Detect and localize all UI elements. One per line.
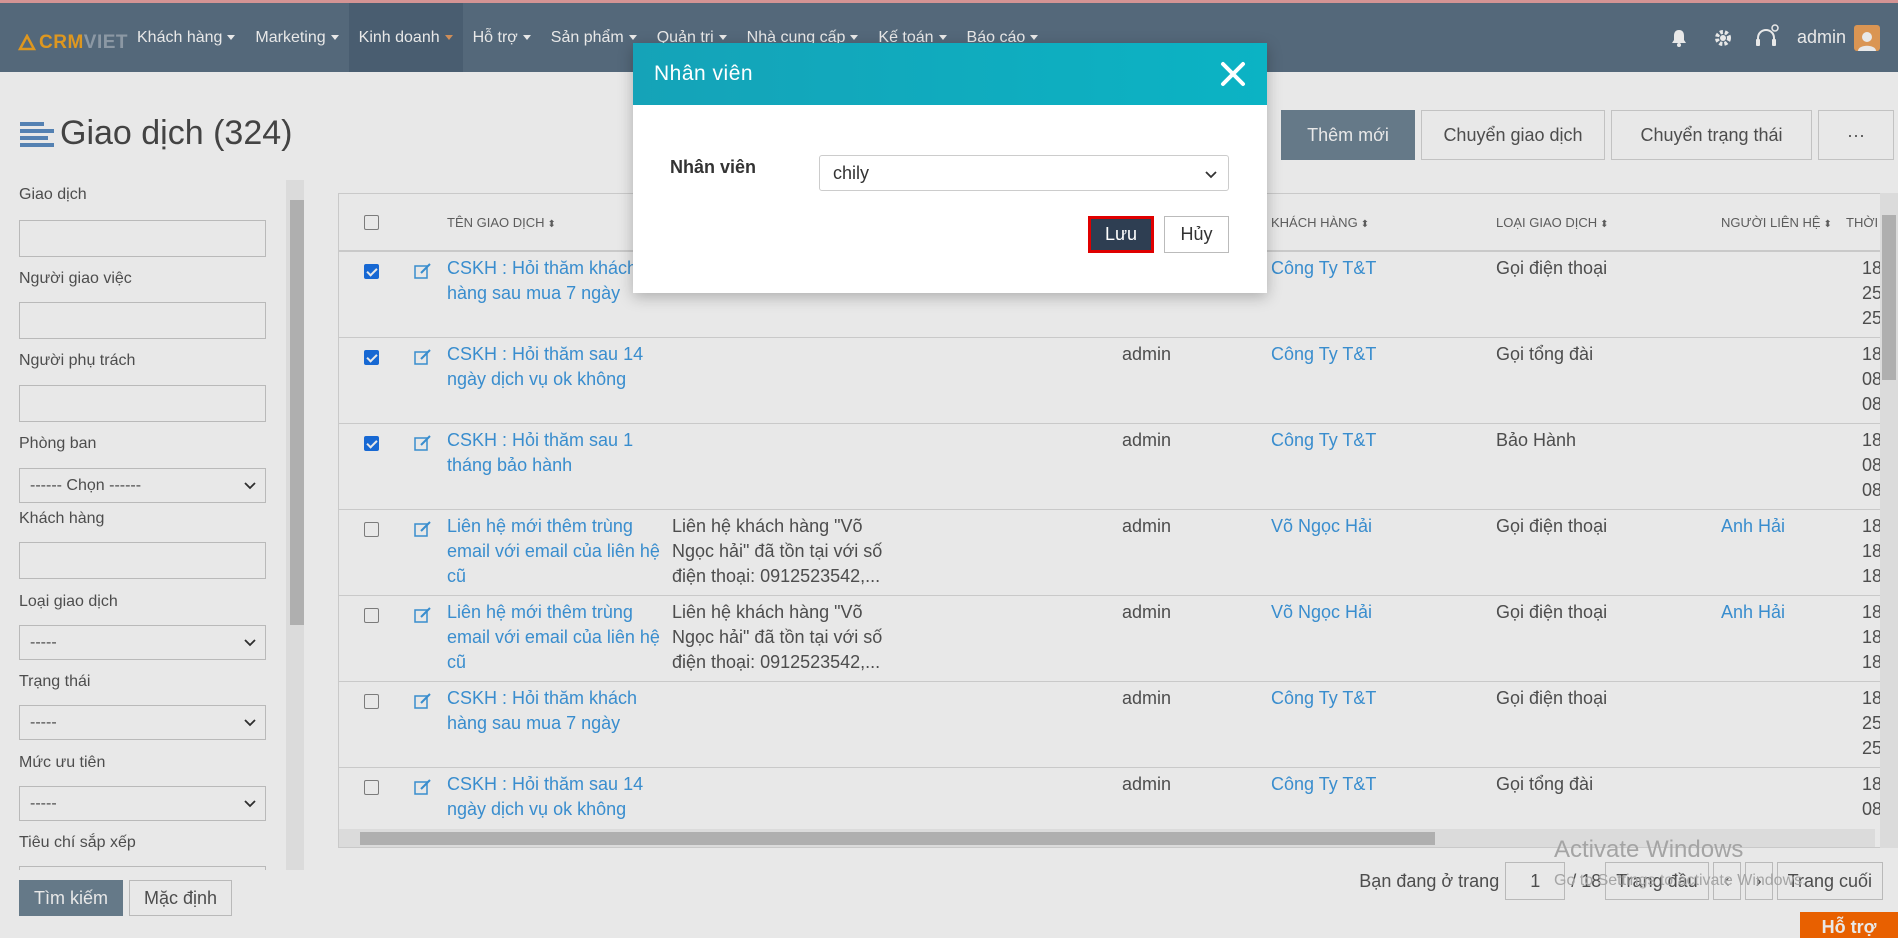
cancel-button[interactable]: Hủy bbox=[1164, 216, 1229, 253]
modal-header: Nhân viên bbox=[633, 43, 1267, 105]
employee-select[interactable]: chily bbox=[819, 155, 1229, 191]
modal-title: Nhân viên bbox=[654, 62, 754, 85]
chevron-down-icon bbox=[1205, 171, 1217, 179]
select-value: chily bbox=[833, 162, 870, 183]
employee-modal: Nhân viên Nhân viên chily Lưu Hủy bbox=[633, 43, 1267, 293]
close-icon[interactable] bbox=[1219, 60, 1247, 88]
save-button[interactable]: Lưu bbox=[1088, 216, 1154, 253]
employee-field-label: Nhân viên bbox=[670, 157, 757, 177]
